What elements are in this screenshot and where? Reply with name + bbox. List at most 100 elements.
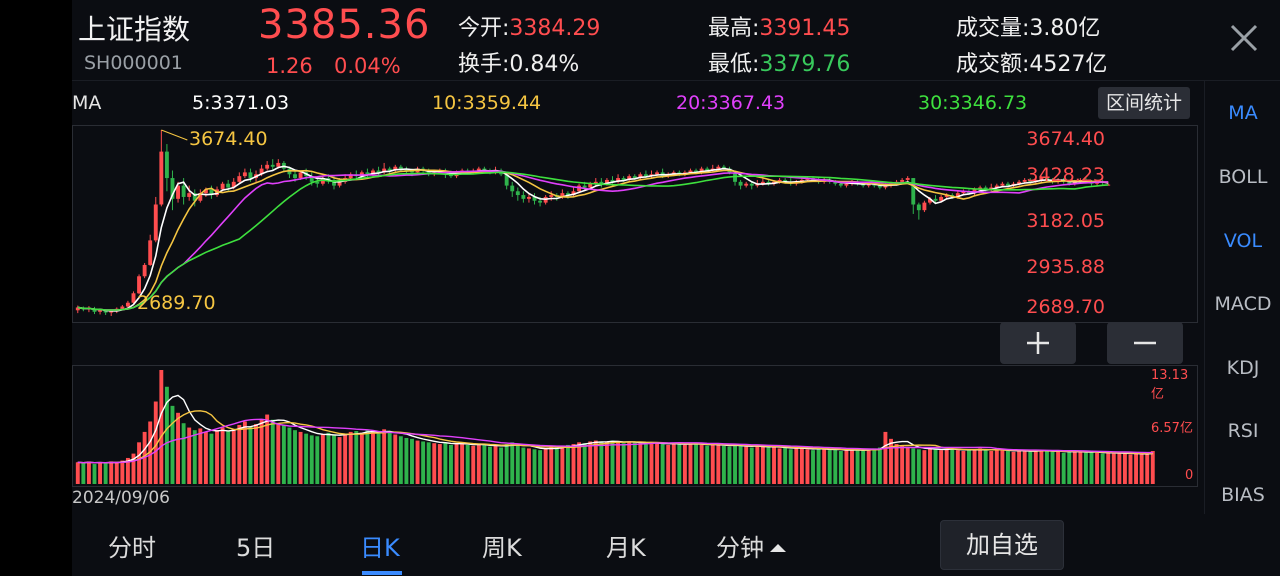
volume-bar bbox=[599, 442, 604, 484]
candle-body bbox=[744, 183, 749, 186]
cursor-date: 2024/09/06 bbox=[72, 488, 170, 508]
volume-bar bbox=[1044, 451, 1049, 484]
volume-bar bbox=[437, 444, 442, 484]
volume-bar bbox=[1039, 450, 1044, 484]
candle-body bbox=[526, 196, 531, 199]
volume-bar bbox=[220, 427, 225, 484]
volume-bar bbox=[1122, 453, 1127, 484]
volume-bar bbox=[799, 447, 804, 484]
zoom-out-button[interactable] bbox=[1107, 322, 1183, 364]
volume-bar bbox=[376, 433, 381, 484]
volume-bar bbox=[170, 405, 175, 484]
volume-bar bbox=[159, 370, 164, 484]
price-axis-label: 3674.40 bbox=[1026, 128, 1105, 150]
volume-bar bbox=[103, 463, 108, 484]
volume-bar bbox=[1150, 451, 1155, 484]
volume-bar bbox=[721, 445, 726, 484]
tab-weekly-k[interactable]: 周K bbox=[482, 528, 522, 563]
volume-bar bbox=[181, 423, 186, 484]
volume-bar bbox=[426, 442, 431, 484]
ma30-line bbox=[77, 171, 1109, 311]
volume-bar bbox=[270, 419, 275, 484]
volume-bar bbox=[1061, 452, 1066, 484]
indicator-vol[interactable]: VOL bbox=[1205, 230, 1280, 252]
active-tab-indicator bbox=[362, 571, 402, 575]
ma-indicator-row: MA 5:3371.03 10:3359.44 20:3367.43 30:33… bbox=[72, 88, 1192, 120]
candle-body bbox=[131, 293, 136, 303]
range-stats-button[interactable]: 区间统计 bbox=[1098, 87, 1190, 119]
volume-axis-label: 13.13亿 bbox=[1151, 368, 1189, 402]
volume-bar bbox=[694, 444, 698, 484]
volume-bar bbox=[844, 450, 849, 484]
indicator-bias[interactable]: BIAS bbox=[1205, 484, 1280, 506]
volume-bar bbox=[760, 446, 765, 484]
price-axis-label: 2689.70 bbox=[1026, 296, 1105, 318]
candle-body bbox=[220, 183, 225, 190]
indicator-rsi[interactable]: RSI bbox=[1205, 420, 1280, 442]
volume-bar bbox=[86, 461, 91, 484]
volume-bar bbox=[109, 461, 114, 484]
candle-body bbox=[137, 276, 142, 294]
volume-bar bbox=[560, 445, 565, 484]
price-change-percent: 0.04% bbox=[334, 54, 401, 78]
indicator-kdj[interactable]: KDJ bbox=[1205, 357, 1280, 379]
ma-label: MA bbox=[72, 92, 102, 114]
tab-monthly-k[interactable]: 月K bbox=[606, 528, 646, 563]
candle-body bbox=[142, 264, 147, 277]
volume-bar bbox=[137, 442, 142, 484]
volume-bar bbox=[1011, 451, 1016, 484]
indicator-ma[interactable]: MA bbox=[1205, 102, 1280, 124]
volume-bar bbox=[515, 445, 520, 484]
volume-bar bbox=[1111, 453, 1116, 484]
volume-bar bbox=[404, 437, 409, 484]
candlestick-chart[interactable]: 3674.40 3428.23 3182.05 2935.88 2689.70 … bbox=[72, 125, 1198, 323]
volume-chart[interactable]: 13.13亿 6.57亿 0 bbox=[72, 365, 1198, 487]
volume-bar bbox=[120, 460, 125, 484]
volume-bar bbox=[967, 450, 971, 484]
volume-bar bbox=[655, 443, 660, 484]
volume-bar bbox=[916, 449, 921, 484]
volume-bar bbox=[293, 430, 297, 484]
indicator-boll[interactable]: BOLL bbox=[1205, 166, 1280, 188]
volume-bar bbox=[972, 449, 977, 484]
volume-bar bbox=[259, 418, 264, 484]
volume-bar bbox=[398, 436, 403, 484]
volume-bar bbox=[231, 429, 236, 484]
indicator-macd[interactable]: MACD bbox=[1205, 293, 1280, 315]
candle-body bbox=[916, 204, 921, 211]
volume-bar bbox=[1050, 451, 1055, 484]
candle-body bbox=[248, 172, 253, 179]
zoom-in-button[interactable] bbox=[1000, 322, 1076, 364]
tab-daily-k[interactable]: 日K bbox=[360, 528, 400, 563]
volume-bar bbox=[326, 432, 331, 484]
volume-bar bbox=[1028, 451, 1033, 484]
volume-bar bbox=[955, 450, 960, 484]
volume-bar bbox=[354, 431, 359, 484]
volume-bar bbox=[510, 442, 515, 484]
stat-volume: 成交量:3.80亿 bbox=[956, 16, 1101, 41]
indicator-sidebar: MA BOLL VOL MACD KDJ RSI BIAS bbox=[1204, 80, 1280, 520]
volume-bar bbox=[538, 450, 543, 484]
candle-body bbox=[900, 179, 905, 182]
volume-bar bbox=[950, 448, 955, 484]
volume-bar bbox=[1089, 451, 1094, 484]
volume-bar bbox=[1100, 453, 1105, 484]
candle-body bbox=[510, 185, 515, 192]
close-icon[interactable] bbox=[1224, 18, 1264, 58]
volume-bar bbox=[632, 442, 637, 484]
volume-bar bbox=[850, 449, 854, 484]
volume-bar bbox=[393, 434, 398, 484]
volume-bar bbox=[203, 431, 208, 484]
ma20-value: 20:3367.43 bbox=[676, 92, 786, 114]
volume-bar bbox=[1000, 449, 1005, 484]
volume-bar bbox=[98, 462, 103, 484]
tab-5day[interactable]: 5日 bbox=[236, 528, 275, 563]
volume-bar bbox=[577, 442, 582, 484]
volume-bar bbox=[894, 444, 899, 484]
volume-bar bbox=[415, 440, 420, 484]
volume-bar bbox=[666, 444, 671, 484]
candle-body bbox=[905, 178, 910, 180]
tab-minute[interactable]: 分钟 bbox=[716, 528, 786, 563]
add-to-watchlist-button[interactable]: 加自选 bbox=[940, 520, 1064, 570]
tab-intraday[interactable]: 分时 bbox=[108, 528, 156, 563]
